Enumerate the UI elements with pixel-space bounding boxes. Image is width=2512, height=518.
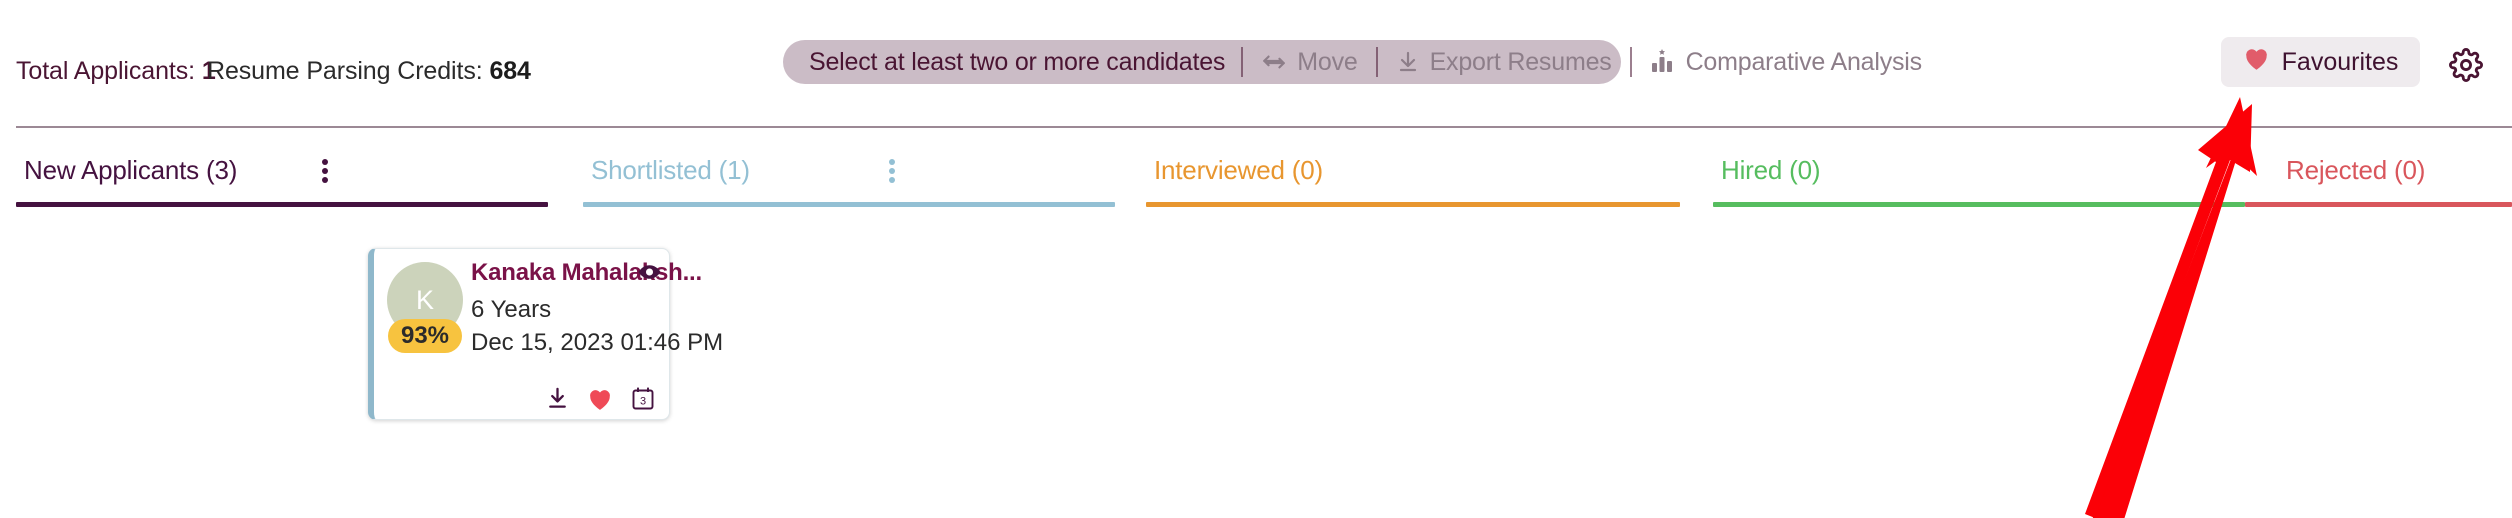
- bar-chart-star-icon: [1650, 48, 1676, 76]
- calendar-icon: 3: [631, 386, 655, 411]
- bulk-actions-bar: Select at least two or more candidates M…: [783, 40, 1922, 84]
- move-button-label: Move: [1297, 47, 1358, 76]
- settings-button[interactable]: [2446, 47, 2486, 87]
- pipeline-stage-tabs: New Applicants (3) Shortlisted (1) Inter…: [0, 128, 2512, 213]
- resume-parsing-credits-value: 684: [489, 57, 531, 85]
- tab-shortlisted-label: Shortlisted (1): [591, 155, 750, 185]
- eye-icon: [637, 265, 662, 286]
- match-score-badge: 93%: [388, 319, 462, 353]
- comparative-analysis-button-label: Comparative Analysis: [1685, 47, 1923, 76]
- tab-new-applicants-label: New Applicants (3): [24, 155, 238, 185]
- heart-icon: [587, 387, 613, 411]
- tab-rejected-underline: [2245, 202, 2512, 207]
- preview-resume-button[interactable]: [637, 262, 662, 287]
- top-bar: Total Applicants: 1 Resume Parsing Credi…: [0, 0, 2512, 128]
- favourites-button-label: Favourites: [2281, 47, 2399, 76]
- export-resumes-button[interactable]: Export Resumes: [1378, 40, 1630, 84]
- pipeline-board: K 93% Kanaka Mahalaksh... 6 Years Dec 15…: [0, 213, 2512, 518]
- resume-parsing-credits-stat: Resume Parsing Credits: 684: [207, 57, 531, 86]
- tab-new-applicants[interactable]: New Applicants (3): [16, 128, 548, 213]
- divider: [1375, 47, 1378, 77]
- move-arrows-icon: [1261, 49, 1287, 75]
- svg-text:3: 3: [640, 396, 646, 408]
- heart-icon: [2243, 46, 2270, 78]
- candidate-applied-at: Dec 15, 2023 01:46 PM: [471, 329, 724, 356]
- gear-icon: [2449, 47, 2483, 87]
- download-resume-button[interactable]: [546, 386, 569, 411]
- tab-interviewed-underline: [1146, 202, 1680, 207]
- favourites-button[interactable]: Favourites: [2221, 37, 2420, 87]
- tab-hired[interactable]: Hired (0): [1713, 128, 2245, 213]
- download-icon: [546, 386, 569, 411]
- candidate-card-actions: 3: [546, 386, 655, 411]
- tab-rejected[interactable]: Rejected (0): [2245, 128, 2512, 213]
- applicant-tracking-board: Total Applicants: 1 Resume Parsing Credi…: [0, 0, 2512, 518]
- candidate-card[interactable]: K 93% Kanaka Mahalaksh... 6 Years Dec 15…: [368, 248, 723, 420]
- tab-new-applicants-underline: [16, 202, 548, 207]
- tab-interviewed-label: Interviewed (0): [1154, 155, 1323, 185]
- tab-rejected-label: Rejected (0): [2286, 155, 2426, 185]
- schedule-interview-button[interactable]: 3: [631, 386, 655, 411]
- candidate-experience: 6 Years: [471, 296, 552, 323]
- move-button[interactable]: Move: [1243, 40, 1375, 84]
- divider: [1241, 47, 1244, 77]
- total-applicants-stat: Total Applicants: 1: [16, 57, 216, 86]
- export-resumes-button-label: Export Resumes: [1429, 47, 1612, 76]
- favourite-candidate-button[interactable]: [587, 387, 613, 411]
- comparative-analysis-button[interactable]: Comparative Analysis: [1632, 40, 1940, 84]
- tab-hired-label: Hired (0): [1721, 155, 1821, 185]
- tab-new-applicants-menu[interactable]: [312, 156, 338, 186]
- resume-parsing-credits-label: Resume Parsing Credits:: [207, 57, 483, 85]
- avatar-initial: K: [415, 284, 434, 315]
- tab-shortlisted-underline: [583, 202, 1115, 207]
- tab-hired-underline: [1713, 202, 2245, 207]
- total-applicants-label: Total Applicants:: [16, 57, 195, 85]
- tab-shortlisted-menu[interactable]: [879, 156, 905, 186]
- download-icon: [1396, 49, 1420, 75]
- tab-interviewed[interactable]: Interviewed (0): [1146, 128, 1680, 213]
- divider: [1629, 47, 1632, 77]
- bulk-actions-hint: Select at least two or more candidates: [809, 47, 1226, 76]
- candidate-name: Kanaka Mahalaksh...: [471, 259, 702, 286]
- tab-shortlisted[interactable]: Shortlisted (1): [583, 128, 1115, 213]
